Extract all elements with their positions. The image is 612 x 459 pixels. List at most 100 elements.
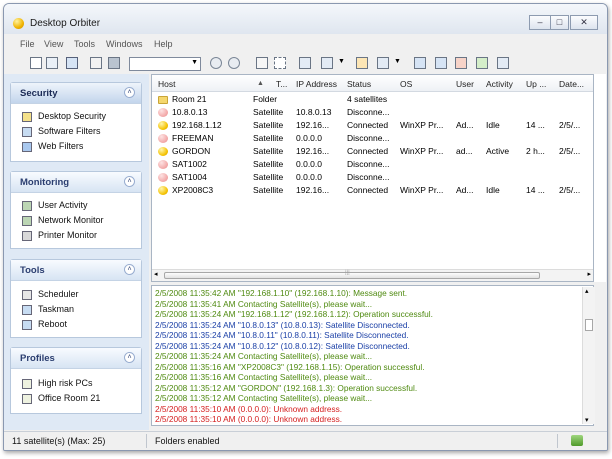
chevron-down-icon: ▼ — [191, 59, 198, 66]
cell-host: 192.168.1.12 — [172, 120, 222, 130]
profile-icon — [22, 394, 32, 404]
profiles-panel: Profiles ˄ High risk PCs Office Room 21 — [10, 347, 142, 414]
select-icon[interactable] — [274, 57, 286, 69]
table-row[interactable]: SAT1002 Satellite 0.0.0.0 Disconne... — [152, 158, 593, 171]
chevron-up-icon[interactable]: ˄ — [124, 264, 135, 275]
satellite-disconnected-icon — [158, 108, 168, 117]
hscroll-thumb[interactable]: ⦙⦙⦙ — [164, 270, 540, 279]
message-icon[interactable] — [108, 57, 120, 69]
sidebar-item-high-risk-pcs[interactable]: High risk PCs — [11, 376, 141, 391]
new-document-icon[interactable] — [30, 57, 42, 69]
table-row[interactable]: XP2008C3 Satellite 192.16... Connected WinXP… — [152, 184, 593, 197]
profiles-panel-header[interactable]: Profiles ˄ — [11, 348, 141, 369]
scroll-down-icon[interactable]: ▾ — [585, 416, 589, 424]
scroll-up-icon[interactable]: ▴ — [585, 287, 589, 295]
globe-icon — [22, 142, 32, 152]
cell-user: ad... — [456, 146, 473, 156]
maximize-button[interactable]: □ — [550, 15, 569, 30]
panel-title: Monitoring — [20, 177, 70, 188]
chevron-up-icon[interactable]: ˄ — [124, 87, 135, 98]
details-view-icon[interactable] — [66, 57, 78, 69]
sidebar-item-office-room-21[interactable]: Office Room 21 — [11, 391, 141, 406]
menu-file[interactable]: File — [20, 39, 35, 49]
remote-icon[interactable] — [321, 57, 333, 69]
cell-ip: 0.0.0.0 — [296, 159, 322, 169]
cell-uptime: 2 h... — [526, 146, 545, 156]
screen-view-icon[interactable] — [435, 57, 447, 69]
sidebar-item-printer-monitor[interactable]: Printer Monitor — [11, 228, 141, 243]
calendar-icon — [22, 290, 32, 300]
menu-tools[interactable]: Tools — [74, 39, 95, 49]
sidebar-item-taskman[interactable]: Taskman — [11, 302, 141, 317]
disconnect-icon[interactable] — [228, 57, 240, 69]
window-title: Desktop Orbiter — [30, 18, 101, 29]
window-icon[interactable] — [256, 57, 268, 69]
cell-status: 4 satellites — [347, 94, 388, 104]
settings-icon[interactable] — [497, 57, 509, 69]
cell-date: 2/5/... — [559, 146, 581, 156]
sidebar-item-scheduler[interactable]: Scheduler — [11, 287, 141, 302]
chevron-down-icon[interactable]: ▼ — [394, 58, 401, 65]
column-user[interactable]: User — [456, 79, 474, 89]
column-date[interactable]: Date... — [559, 79, 584, 89]
menu-help[interactable]: Help — [154, 39, 173, 49]
cell-type: Satellite — [253, 107, 284, 117]
cell-status: Disconne... — [347, 172, 390, 182]
print-icon[interactable] — [90, 57, 102, 69]
schedule-icon[interactable] — [356, 57, 368, 69]
lock-icon[interactable] — [455, 57, 467, 69]
tools-panel-header[interactable]: Tools ˄ — [11, 260, 141, 281]
connect-icon[interactable] — [210, 57, 222, 69]
sidebar-item-software-filters[interactable]: Software Filters — [11, 124, 141, 139]
log-line: 2/5/2008 11:35:16 AM "XP2008C3" (192.168… — [155, 361, 425, 372]
log-line: 2/5/2008 11:35:24 AM "10.8.0.12" (10.8.0… — [155, 340, 410, 351]
table-row[interactable]: FREEMAN Satellite 0.0.0.0 Disconne... — [152, 132, 593, 145]
table-row[interactable]: GORDON Satellite 192.16... Connected WinXP P… — [152, 145, 593, 158]
column-host[interactable]: Host — [158, 79, 175, 89]
cell-date: 2/5/... — [559, 185, 581, 195]
vscroll-thumb[interactable] — [585, 319, 593, 331]
column-status[interactable]: Status — [347, 79, 371, 89]
sidebar-item-desktop-security[interactable]: Desktop Security — [11, 109, 141, 124]
monitoring-panel-header[interactable]: Monitoring ˄ — [11, 172, 141, 193]
column-activity[interactable]: Activity — [486, 79, 513, 89]
chevron-down-icon[interactable]: ▼ — [338, 58, 345, 65]
sidebar-item-network-monitor[interactable]: Network Monitor — [11, 213, 141, 228]
profile-icon — [22, 379, 32, 389]
panel-title: Tools — [20, 265, 45, 276]
table-row[interactable]: 192.168.1.12 Satellite 192.16... Connected W… — [152, 119, 593, 132]
table-row[interactable]: Room 21 Folder 4 satellites — [152, 93, 593, 106]
copy-icon[interactable] — [46, 57, 58, 69]
column-os[interactable]: OS — [400, 79, 412, 89]
scroll-right-icon[interactable]: ▸ — [587, 270, 591, 278]
table-row[interactable]: SAT1004 Satellite 0.0.0.0 Disconne... — [152, 171, 593, 184]
column-ip-address[interactable]: IP Address — [296, 79, 337, 89]
menu-view[interactable]: View — [44, 39, 63, 49]
cell-type: Satellite — [253, 133, 284, 143]
cell-host: XP2008C3 — [172, 185, 214, 195]
chevron-up-icon[interactable]: ˄ — [124, 352, 135, 363]
menu-windows[interactable]: Windows — [106, 39, 143, 49]
table-row[interactable]: 10.8.0.13 Satellite 10.8.0.13 Disconne... — [152, 106, 593, 119]
task-manager-icon — [22, 305, 32, 315]
screenshot-icon[interactable] — [414, 57, 426, 69]
log-line: 2/5/2008 11:35:42 AM "192.168.1.10" (192… — [155, 288, 408, 298]
filter-combo[interactable]: ▼ — [129, 57, 201, 71]
event-log: 2/5/2008 11:35:42 AM "192.168.1.10" (192… — [151, 285, 594, 426]
chevron-up-icon[interactable]: ˄ — [124, 176, 135, 187]
column-uptime[interactable]: Up ... — [526, 79, 546, 89]
tasks-icon[interactable] — [377, 57, 389, 69]
close-button[interactable]: ✕ — [570, 15, 598, 30]
host-list-hscrollbar[interactable]: ◂ ⦙⦙⦙ ▸ — [152, 269, 593, 281]
sidebar-item-web-filters[interactable]: Web Filters — [11, 139, 141, 154]
sidebar-item-user-activity[interactable]: User Activity — [11, 198, 141, 213]
security-panel-header[interactable]: Security ˄ — [11, 83, 141, 104]
column-type[interactable]: T... — [276, 79, 287, 89]
minimize-button[interactable]: – — [529, 15, 551, 30]
scroll-left-icon[interactable]: ◂ — [154, 270, 158, 278]
monitor-icon[interactable] — [299, 57, 311, 69]
restart-icon[interactable] — [476, 57, 488, 69]
cell-host: SAT1002 — [172, 159, 207, 169]
sidebar-item-reboot[interactable]: Reboot — [11, 317, 141, 332]
event-log-scrollbar[interactable]: ▴ ▾ — [582, 287, 595, 424]
